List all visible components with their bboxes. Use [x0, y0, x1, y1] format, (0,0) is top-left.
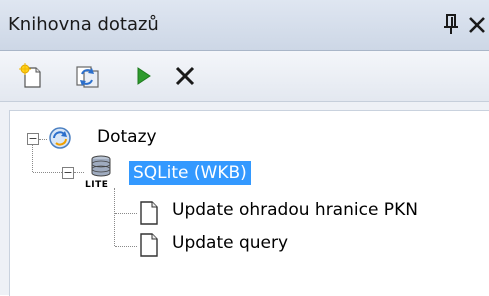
panel-title: Knihovna dotazů [8, 14, 159, 35]
pin-icon[interactable] [440, 12, 464, 36]
new-query-icon[interactable] [16, 61, 46, 91]
query-document-icon [138, 232, 160, 258]
query-library-panel: Knihovna dotazů − Dotazy − LITE SQLite (… [0, 0, 489, 296]
close-icon[interactable] [466, 12, 488, 36]
panel-titlebar: Knihovna dotazů [0, 0, 489, 51]
delete-icon[interactable] [170, 61, 200, 91]
db-expander[interactable]: − [62, 167, 74, 179]
tree-db-label[interactable]: SQLite (WKB) [129, 161, 251, 185]
refresh-icon[interactable] [72, 61, 102, 91]
tree-line [115, 213, 137, 214]
sqlite-badge: LITE [85, 180, 109, 190]
root-expander[interactable]: − [27, 133, 39, 145]
toolbar [0, 51, 489, 102]
query-document-icon [138, 200, 160, 226]
tree-line [115, 246, 137, 247]
tree-item-label[interactable]: Update ohradou hranice PKN [172, 200, 418, 220]
tree-item-label[interactable]: Update query [172, 233, 288, 253]
tree-line [33, 172, 62, 173]
queries-folder-icon [48, 125, 72, 151]
tree-line [32, 145, 33, 172]
query-tree: − Dotazy − LITE SQLite (WKB) Update ohra… [9, 110, 489, 296]
tree-line [74, 172, 84, 173]
tree-line [114, 188, 115, 246]
tree-line [39, 139, 47, 140]
tree-root-label[interactable]: Dotazy [97, 127, 157, 147]
run-icon[interactable] [128, 61, 158, 91]
